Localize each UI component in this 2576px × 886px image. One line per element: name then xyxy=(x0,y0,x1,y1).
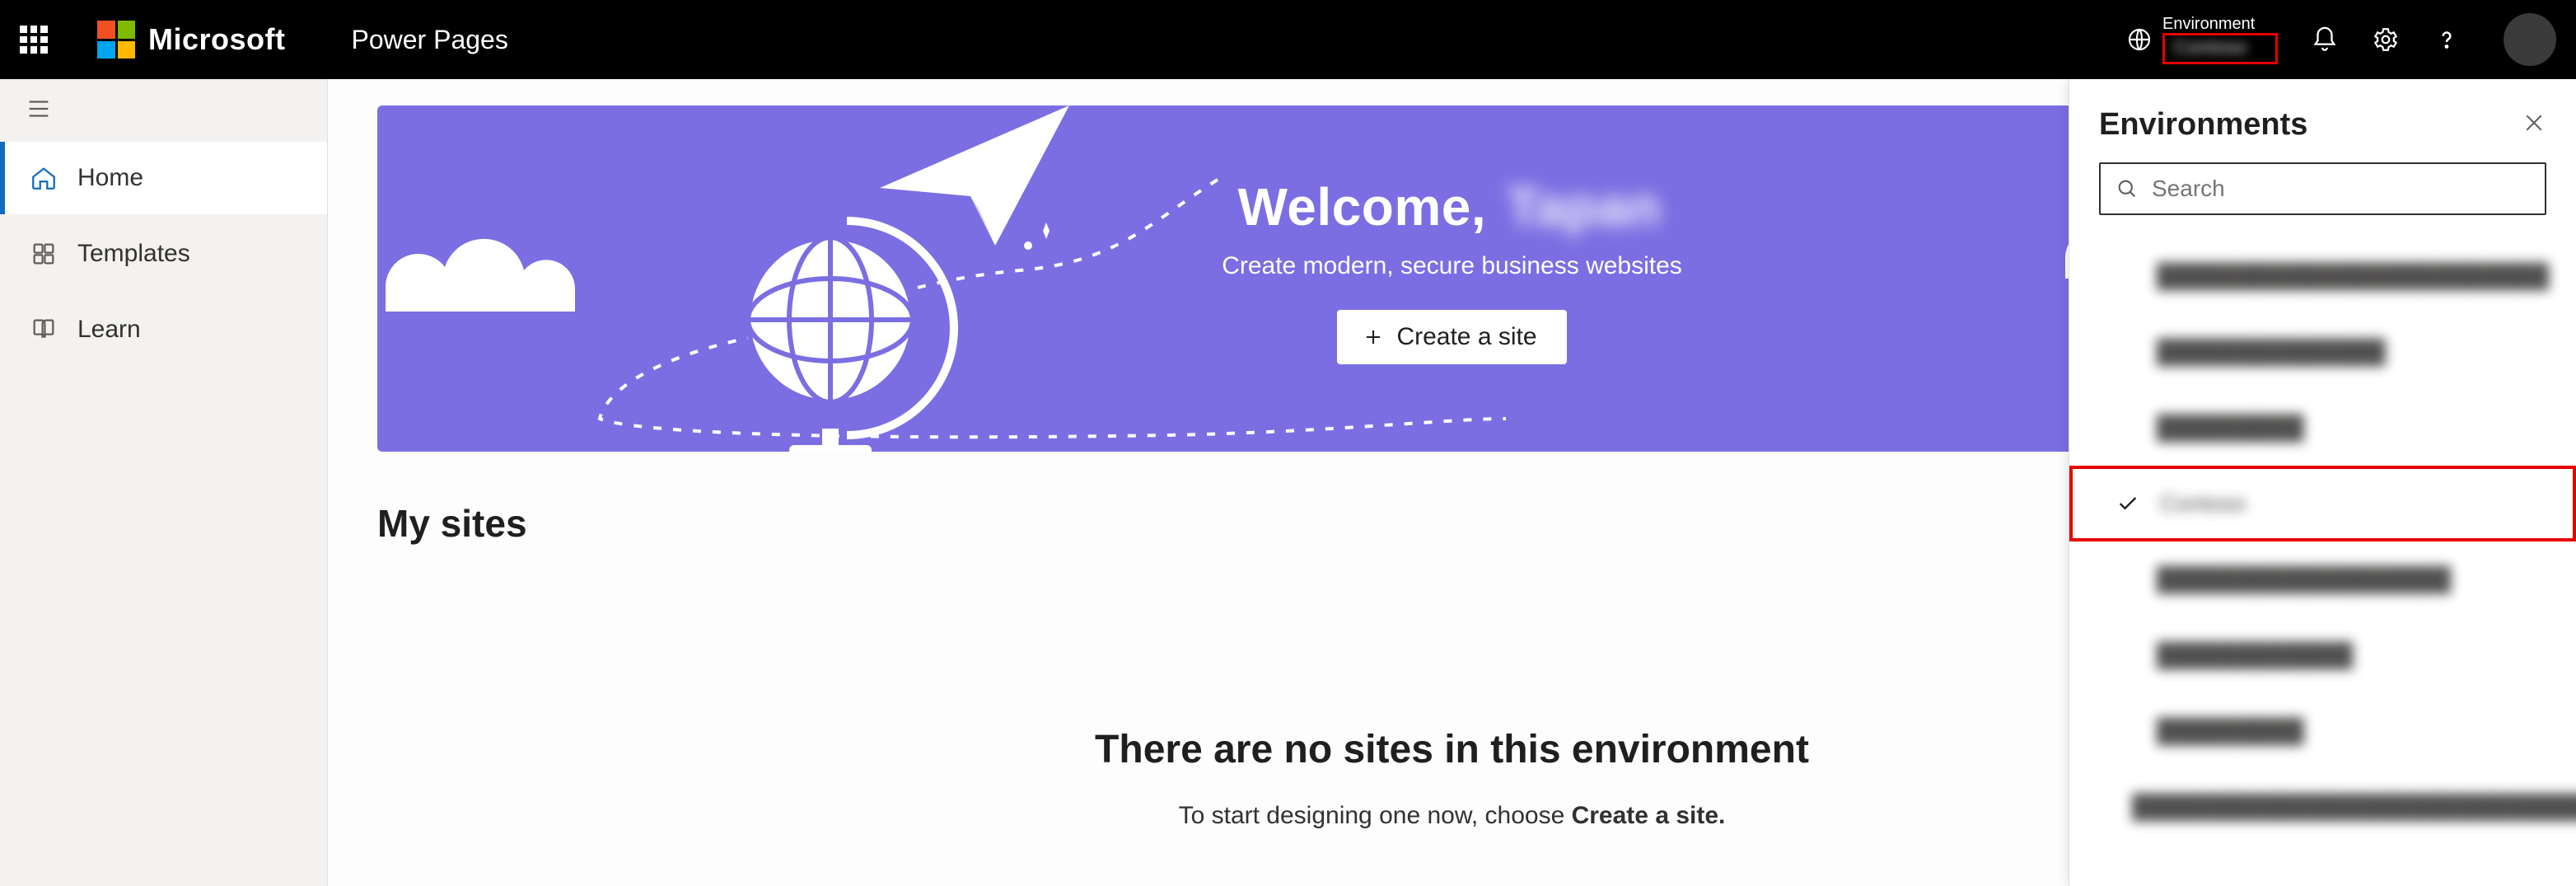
environment-list-item[interactable]: ██████████████████ xyxy=(2069,541,2576,617)
environment-label: Environment xyxy=(2162,15,2278,33)
notifications-icon[interactable] xyxy=(2311,26,2339,54)
environment-name: ████████████████████████████████ xyxy=(2132,794,2576,820)
environment-list-item[interactable]: Contoso xyxy=(2069,466,2576,541)
avatar[interactable] xyxy=(2504,13,2556,66)
globe-icon xyxy=(2126,26,2153,53)
environment-stack: Environment Contoso xyxy=(2162,15,2278,64)
create-site-button-label: Create a site xyxy=(1396,323,1536,351)
empty-subtext-prefix: To start designing one now, choose xyxy=(1179,802,1572,829)
body: Home Templates Learn xyxy=(0,79,2576,886)
templates-icon xyxy=(30,240,58,268)
environment-picker[interactable]: Environment Contoso xyxy=(2126,15,2278,64)
sidebar-item-label: Templates xyxy=(77,240,190,268)
plus-icon xyxy=(1362,326,1385,349)
sidebar: Home Templates Learn xyxy=(0,79,328,886)
brand-label: Microsoft xyxy=(148,22,286,57)
environments-panel-title: Environments xyxy=(2099,107,2307,143)
home-icon xyxy=(30,164,58,192)
environment-value-highlight: Contoso xyxy=(2162,33,2278,64)
microsoft-logo xyxy=(97,21,135,59)
learn-icon xyxy=(30,316,58,344)
top-bar: Microsoft Power Pages Environment Contos… xyxy=(0,0,2576,79)
cloud-icon xyxy=(386,213,600,312)
product-name[interactable]: Power Pages xyxy=(352,25,508,55)
sidebar-item-templates[interactable]: Templates xyxy=(0,218,327,290)
close-button[interactable] xyxy=(2522,110,2546,139)
checkmark-icon xyxy=(2115,492,2140,515)
environment-list-item[interactable]: █████████ xyxy=(2069,390,2576,466)
environment-name: ██████████████ xyxy=(2157,339,2386,365)
environment-list-item[interactable]: ██████████████ xyxy=(2069,314,2576,390)
environments-panel: Environments ███████████████████████████… xyxy=(2069,79,2576,886)
environment-name: █████████ xyxy=(2157,415,2304,441)
environment-name: ████████████████████████ xyxy=(2157,263,2549,289)
environment-list-item[interactable]: ████████████████████████████████ xyxy=(2069,769,2576,845)
sidebar-item-label: Home xyxy=(77,164,143,192)
sidebar-item-home[interactable]: Home xyxy=(0,142,327,214)
empty-subtext-bold: Create a site. xyxy=(1572,802,1726,829)
globe-illustration-icon xyxy=(723,213,970,452)
environment-list-item[interactable]: ████████████████████████ xyxy=(2069,238,2576,314)
environment-name: █████████ xyxy=(2157,718,2304,744)
settings-icon[interactable] xyxy=(2372,26,2400,54)
sidebar-item-learn[interactable]: Learn xyxy=(0,293,327,366)
environment-list: ████████████████████████████████████████… xyxy=(2069,235,2576,886)
search-icon xyxy=(2115,177,2139,200)
environment-name: Contoso xyxy=(2160,490,2246,517)
environment-value: Contoso xyxy=(2173,37,2246,59)
welcome-prefix: Welcome, xyxy=(1238,177,1502,237)
top-bar-right: Environment Contoso xyxy=(2126,13,2556,66)
sidebar-toggle[interactable] xyxy=(0,79,327,138)
environment-name: ████████████ xyxy=(2157,642,2353,668)
create-site-button[interactable]: Create a site xyxy=(1337,310,1566,364)
environment-name: ██████████████████ xyxy=(2157,566,2451,593)
welcome-subtitle: Create modern, secure business websites xyxy=(1222,252,1682,280)
welcome-heading: Welcome, Tapan xyxy=(1222,176,1682,237)
welcome-user-name: Tapan xyxy=(1501,176,1666,237)
help-icon[interactable] xyxy=(2433,26,2461,54)
environment-search-input[interactable] xyxy=(2152,176,2530,202)
environment-search[interactable] xyxy=(2099,162,2546,215)
app-launcher-icon[interactable] xyxy=(20,26,48,54)
close-icon xyxy=(2522,110,2546,135)
sidebar-item-label: Learn xyxy=(77,316,141,344)
environment-list-item[interactable]: ████████████ xyxy=(2069,617,2576,693)
environment-list-item[interactable]: █████████ xyxy=(2069,693,2576,769)
